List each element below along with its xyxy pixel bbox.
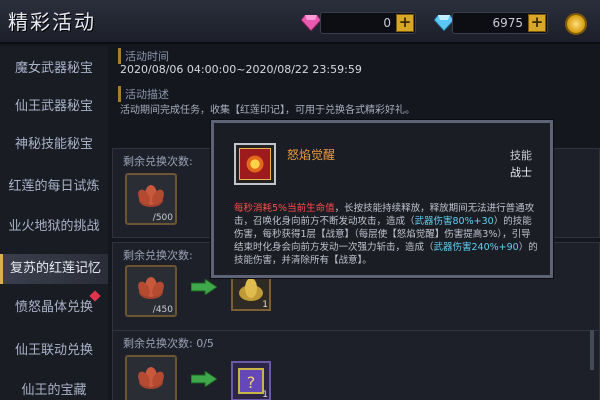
arrow-right-icon	[191, 371, 217, 387]
diamond-amount: 6975	[492, 16, 523, 30]
sidebar: 魔女武器秘宝 仙王武器秘宝 神秘技能秘宝 红莲的每日试炼 业火地狱的挑战 复苏的…	[0, 46, 108, 400]
lotus-token-slot[interactable]: /500	[125, 173, 177, 225]
remaining-count-label: 剩余兑换次数:	[123, 249, 193, 262]
skill-tooltip: 怒焰觉醒 技能 战士 每秒消耗5%当前生命值，长按技能持续释放，释放期间无法进行…	[211, 120, 553, 278]
activity-desc-value: 活动期间完成任务，收集【红莲印记】，可用于兑换各式精彩好礼。	[120, 105, 415, 116]
damage-formula-1: 武器伤害80%+30	[414, 216, 494, 227]
pink-gem-icon	[301, 15, 321, 31]
arrow-right-icon	[191, 279, 217, 295]
remaining-count-label: 剩余兑换次数: 0/5	[123, 337, 214, 350]
skill-description: 每秒消耗5%当前生命值，长按技能持续释放，释放期间无法进行普通攻击，召唤化身向前…	[234, 202, 540, 267]
damage-formula-2: 武器伤害240%+90	[433, 242, 519, 253]
sidebar-item-immortal-collab[interactable]: 仙王联动兑换	[0, 336, 108, 366]
diamond-counter: 6975 +	[452, 12, 548, 34]
skill-icon-frame	[234, 143, 276, 185]
add-pink-gem-button[interactable]: +	[396, 14, 414, 32]
lotus-token-slot[interactable]: /450	[125, 265, 177, 317]
red-lotus-icon	[138, 367, 164, 389]
red-lotus-icon	[138, 277, 164, 299]
reward-count: 1	[262, 300, 268, 310]
scrollbar[interactable]	[590, 330, 594, 370]
red-lotus-icon	[138, 185, 164, 207]
pink-gem-amount: 0	[383, 16, 391, 30]
activity-time-label: 活动时间	[118, 48, 169, 64]
activity-desc-label: 活动描述	[118, 86, 169, 102]
remaining-count-label: 剩余兑换次数:	[123, 155, 193, 168]
exchange-card: 剩余兑换次数: 0/5 ? 1	[112, 330, 600, 400]
skill-type: 技能	[510, 149, 532, 162]
add-diamond-button[interactable]: +	[528, 14, 546, 32]
sidebar-item-mystery-skill[interactable]: 神秘技能秘宝	[0, 130, 108, 160]
token-cost: /500	[152, 213, 173, 223]
skill-name: 怒焰觉醒	[287, 148, 336, 162]
sidebar-item-immortal-treasure[interactable]: 仙王的宝藏	[0, 376, 108, 400]
reward-item-slot[interactable]: ? 1	[231, 361, 271, 400]
activity-time-value: 2020/08/06 04:00:00~2020/08/22 23:59:59	[120, 63, 362, 76]
sidebar-item-witch-weapon[interactable]: 魔女武器秘宝	[0, 54, 108, 84]
reward-count: 1	[262, 390, 268, 400]
pink-gem-counter: 0 +	[320, 12, 416, 34]
page-title: 精彩活动	[8, 10, 96, 34]
lotus-token-slot[interactable]	[125, 355, 177, 400]
gold-coin-icon[interactable]	[565, 13, 587, 35]
svg-text:?: ?	[247, 373, 256, 392]
sidebar-item-daily-trial[interactable]: 红莲的每日试炼	[0, 172, 108, 202]
flame-skill-icon	[239, 148, 271, 180]
sidebar-item-red-lotus-memory[interactable]: 复苏的红莲记忆	[0, 254, 108, 284]
sidebar-item-immortal-weapon[interactable]: 仙王武器秘宝	[0, 92, 108, 122]
blue-diamond-icon	[434, 15, 454, 31]
skill-class: 战士	[510, 166, 532, 179]
hp-cost-text: 每秒消耗5%当前生命值	[234, 203, 335, 214]
sidebar-item-hell-challenge[interactable]: 业火地狱的挑战	[0, 212, 108, 242]
top-bar: 精彩活动 0 + 6975 +	[0, 0, 600, 44]
token-cost: /450	[152, 305, 173, 315]
